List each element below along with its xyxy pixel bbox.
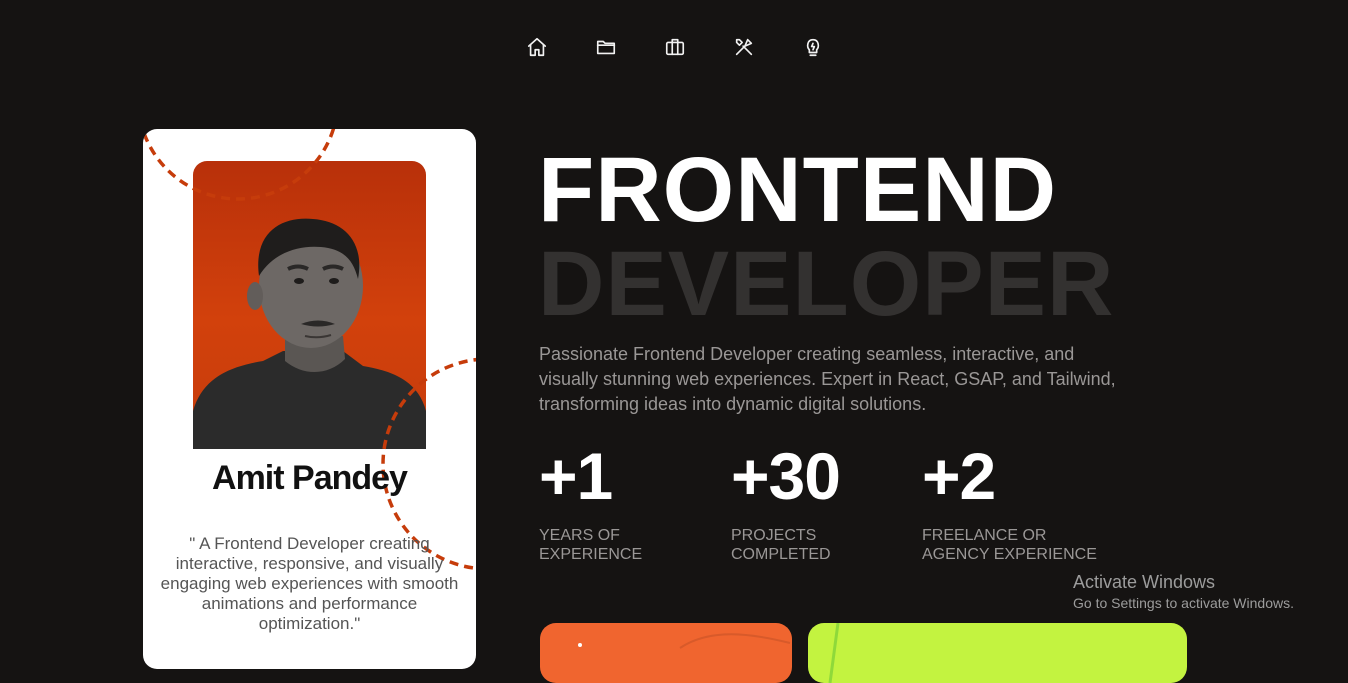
stat-value: +2 — [922, 439, 996, 513]
stat-label: FREELANCE OR AGENCY EXPERIENCE — [922, 526, 1097, 564]
stat-years: +1 YEARS OF EXPERIENCE — [539, 440, 642, 564]
stat-label-line: PROJECTS — [731, 527, 817, 544]
watermark-title: Activate Windows — [1073, 572, 1216, 592]
card-wave-decoration — [578, 633, 791, 649]
stat-label-line: YEARS OF — [539, 527, 620, 544]
tools-icon — [733, 36, 755, 63]
stat-label: YEARS OF EXPERIENCE — [539, 526, 642, 564]
hero-title-secondary: DEVELOPER — [538, 233, 1115, 335]
top-nav — [520, 36, 865, 62]
nav-projects[interactable] — [589, 36, 623, 62]
stat-projects: +30 PROJECTS COMPLETED — [731, 439, 841, 564]
stat-value: +30 — [731, 439, 841, 513]
nav-skills[interactable] — [727, 36, 761, 62]
nav-ideas[interactable] — [796, 36, 830, 62]
hero-title-primary: FRONTEND — [538, 139, 1058, 241]
watermark-subtitle: Go to Settings to activate Windows. — [1073, 595, 1294, 611]
stat-label-line: FREELANCE OR — [922, 527, 1047, 544]
lime-feature-card[interactable] — [808, 623, 1187, 683]
hero-description: Passionate Frontend Developer creating s… — [539, 344, 1116, 414]
windows-activation-watermark: Activate Windows Go to Settings to activ… — [1073, 571, 1294, 613]
profile-name: Amit Pandey — [212, 459, 408, 497]
home-icon — [526, 36, 548, 63]
profile-photo — [193, 161, 426, 449]
profile-card: Amit Pandey " A Frontend Developer creat… — [143, 129, 476, 669]
lightbulb-icon — [802, 36, 824, 63]
orange-feature-card[interactable] — [540, 623, 792, 683]
stat-label: PROJECTS COMPLETED — [731, 526, 840, 564]
stat-value: +1 — [539, 439, 613, 513]
card-line-decoration — [828, 623, 840, 683]
folder-icon — [595, 36, 617, 63]
stat-label-line: EXPERIENCE — [539, 546, 643, 563]
profile-quote: " A Frontend Developer creating interact… — [160, 534, 459, 633]
stat-label-line: AGENCY EXPERIENCE — [922, 546, 1097, 563]
portrait-illustration — [193, 218, 426, 449]
stat-label-line: COMPLETED — [731, 546, 831, 563]
stat-freelance: +2 FREELANCE OR AGENCY EXPERIENCE — [922, 440, 1097, 564]
briefcase-icon — [664, 36, 686, 63]
nav-experience[interactable] — [658, 36, 692, 62]
nav-home[interactable] — [520, 36, 554, 62]
